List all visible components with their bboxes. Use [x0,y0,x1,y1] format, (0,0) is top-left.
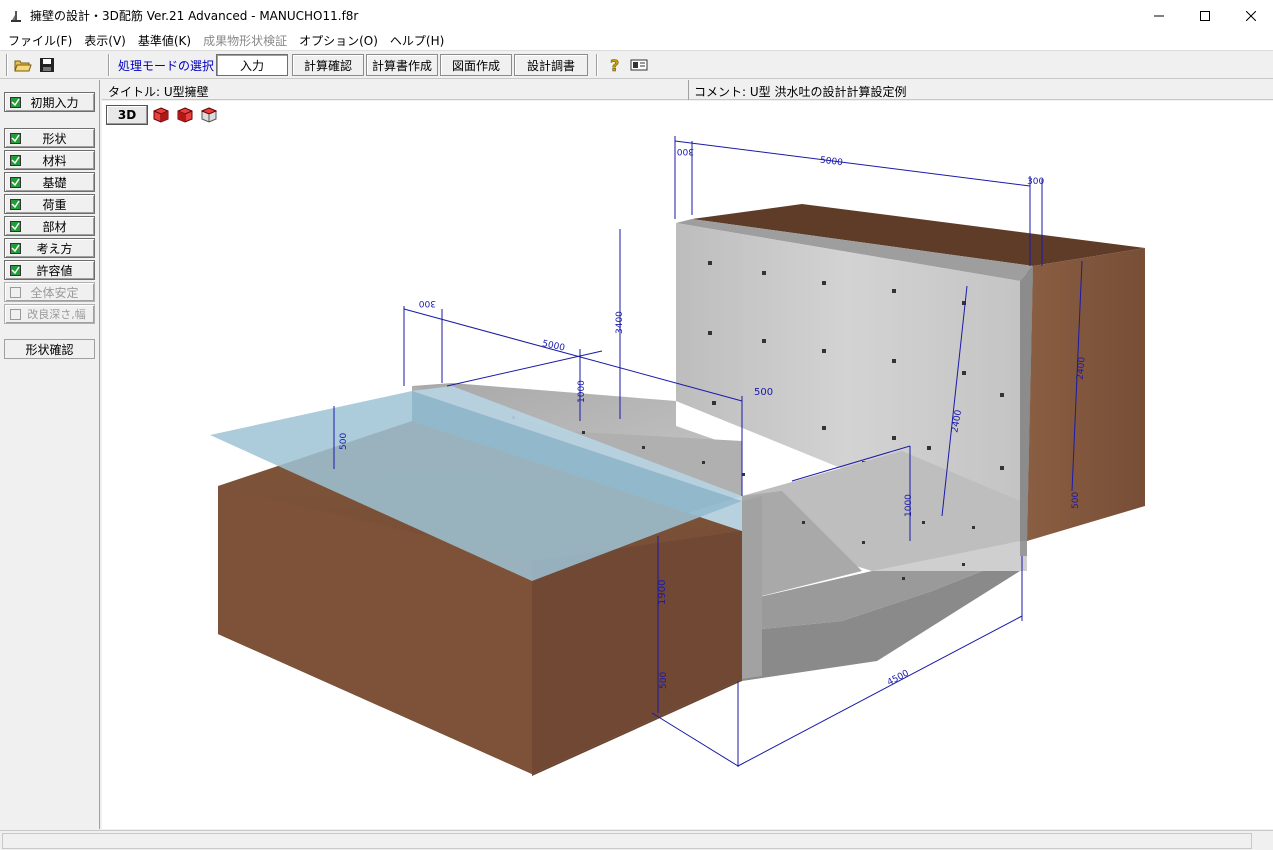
check-icon [10,264,21,276]
sidebar-item-label: 部材 [42,219,67,234]
sidebar-item-material[interactable]: 材料 [4,150,95,170]
save-icon[interactable] [36,54,58,76]
sidebar-item-label: 考え方 [36,241,73,256]
check-icon [10,132,21,144]
toolbar-separator [6,54,8,76]
mode-drawing-button[interactable]: 図面作成 [440,54,512,76]
dim-water: 500 [339,433,349,450]
check-icon [10,154,21,166]
close-button[interactable] [1228,0,1273,31]
sidebar-item-overall-stability[interactable]: 全体安定 [4,282,95,302]
maximize-button[interactable] [1182,0,1228,31]
mode-design-record-button[interactable]: 設計調書 [514,54,588,76]
check-icon [10,198,21,210]
concrete-wall-front [742,496,762,679]
sidebar-item-label: 基礎 [42,175,67,190]
shape-check-button[interactable]: 形状確認 [4,339,95,359]
svg-text:?: ? [610,56,619,74]
dim-top-width: 5000 [819,156,843,169]
dim-base-right: 500 [1071,492,1081,509]
drawing-title: タイトル: U型擁壁 [108,85,209,99]
menu-bar: ファイル(F) 表示(V) 基準値(K) 成果物形状検証 オプション(O) ヘル… [0,31,1273,51]
info-divider [688,80,689,100]
check-icon [10,96,21,108]
initial-input-button[interactable]: 初期入力 [4,92,95,112]
about-icon[interactable] [628,54,650,76]
app-icon [8,8,24,24]
sidebar-item-label: 材料 [42,153,67,168]
menu-file[interactable]: ファイル(F) [2,32,78,49]
open-folder-icon[interactable] [12,54,34,76]
menu-standard[interactable]: 基準値(K) [132,32,197,49]
initial-input-label: 初期入力 [30,95,79,110]
sidebar-item-foundation[interactable]: 基礎 [4,172,95,192]
sidebar-item-label: 全体安定 [30,285,79,300]
sidebar: 初期入力 形状 材料 基礎 荷重 部材 考え方 許容値 全体安定 改良深さ,幅 … [0,80,100,829]
sidebar-item-allowable[interactable]: 許容値 [4,260,95,280]
dim-top-left-wall: 300 [677,146,694,156]
sidebar-item-load[interactable]: 荷重 [4,194,95,214]
dim-step-height: 1000 [577,380,587,403]
toolbar-separator [596,54,598,76]
check-icon [10,242,21,254]
status-panel [2,833,1252,849]
dim-notch-height: 1000 [904,494,914,517]
mode-label: 処理モードの選択 [118,59,215,73]
dim-wall-height: 3400 [615,311,625,334]
sidebar-item-improvement[interactable]: 改良深さ,幅 [4,304,95,324]
sidebar-item-label: 形状 [42,131,67,146]
minimize-button[interactable] [1136,0,1182,31]
menu-help[interactable]: ヘルプ(H) [384,32,450,49]
3d-viewport[interactable]: 3D 300 5000 300 300 5000 3400 1000 500 2… [102,101,1273,829]
check-icon [10,220,21,232]
toolbar-separator [108,54,110,76]
dim-front-height: 1900 [657,580,668,605]
retaining-wall-3d-model: 300 5000 300 300 5000 3400 1000 500 2400… [210,136,1145,776]
dim-left-width: 5000 [541,339,566,354]
sidebar-item-shape[interactable]: 形状 [4,128,95,148]
mode-input-button[interactable]: 入力 [216,54,288,76]
sidebar-item-label: 許容値 [36,263,73,278]
dim-base-front: 500 [659,672,669,689]
help-icon[interactable]: ? [604,54,626,76]
dim-bottom-width: 4500 [886,668,911,688]
sidebar-item-label: 荷重 [42,197,67,212]
check-icon [10,176,21,188]
mode-calc-check-button[interactable]: 計算確認 [292,54,364,76]
window-title: 擁壁の設計・3D配筋 Ver.21 Advanced - MANUCHO11.f… [30,9,359,23]
menu-options[interactable]: オプション(O) [293,32,384,49]
dim-right-height: 2400 [1076,356,1088,380]
checkbox-empty-icon [10,308,21,320]
drawing-comment: コメント: U型 洪水吐の設計計算設定例 [694,85,907,99]
info-bar: タイトル: U型擁壁 コメント: U型 洪水吐の設計計算設定例 [102,80,1273,100]
sidebar-item-label: 改良深さ,幅 [27,308,86,321]
mode-report-button[interactable]: 計算書作成 [366,54,438,76]
dim-left-wall: 300 [419,298,436,308]
status-bar [0,830,1273,850]
menu-verify[interactable]: 成果物形状検証 [197,32,293,49]
sidebar-item-member[interactable]: 部材 [4,216,95,236]
menu-view[interactable]: 表示(V) [78,32,132,49]
dim-top-right-wall: 300 [1027,177,1044,187]
toolbar: 処理モードの選択 入力 計算確認 計算書作成 図面作成 設計調書 ? [0,52,1273,79]
checkbox-empty-icon [10,286,21,298]
sidebar-item-approach[interactable]: 考え方 [4,238,95,258]
title-bar: 擁壁の設計・3D配筋 Ver.21 Advanced - MANUCHO11.f… [0,0,1273,31]
dim-step-width: 500 [754,387,773,398]
